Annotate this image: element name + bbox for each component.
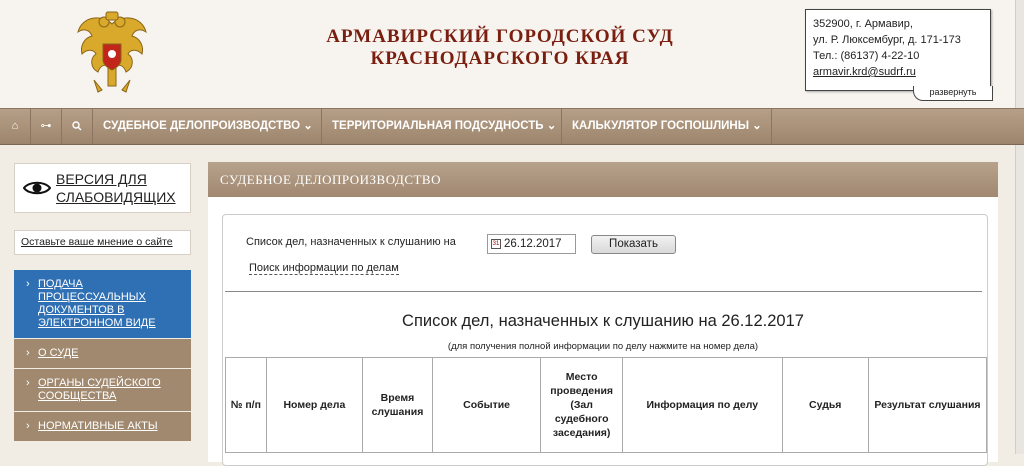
column-header-hearing-time: Время слушания bbox=[362, 357, 433, 453]
contact-address-line1: 352900, г. Армавир, bbox=[813, 18, 913, 30]
expand-contacts-button[interactable]: развернуть bbox=[913, 86, 993, 101]
nav-judicial-proceedings[interactable]: СУДЕБНОЕ ДЕЛОПРОИЗВОДСТВО ⌄ bbox=[93, 109, 322, 144]
column-header-judge: Судья bbox=[781, 357, 869, 453]
low-vision-label-line2: СЛАБОВИДЯЩИХ bbox=[56, 189, 176, 205]
show-button[interactable]: Показать bbox=[591, 235, 676, 254]
column-header-case-info: Информация по делу bbox=[621, 357, 783, 453]
main-navbar: ⌂ ⊶ СУДЕБНОЕ ДЕЛОПРОИЗВОДСТВО ⌄ ТЕРРИТОР… bbox=[0, 108, 1024, 145]
column-header-case-number: Номер дела bbox=[265, 357, 364, 453]
cases-table: № п/п Номер дела Время слушания Событие … bbox=[225, 357, 988, 453]
coat-of-arms-icon bbox=[77, 11, 147, 93]
divider bbox=[225, 291, 982, 292]
table-title: Список дел, назначенных к слушанию на 26… bbox=[402, 312, 804, 330]
sidebar-item-label: ОРГАНЫ СУДЕЙСКОГО СООБЩЕСТВА bbox=[38, 377, 161, 402]
court-title-line1: АРМАВИРСКИЙ ГОРОДСКОЙ СУД bbox=[326, 26, 674, 47]
column-header-result: Результат слушания bbox=[867, 357, 988, 453]
sidebar-item-normative-acts[interactable]: › НОРМАТИВНЫЕ АКТЫ bbox=[14, 412, 191, 442]
sidebar-item-label: О СУДЕ bbox=[38, 347, 79, 359]
chevron-right-icon: › bbox=[26, 278, 30, 290]
column-header-location: Место проведения (Зал судебного заседани… bbox=[540, 357, 623, 453]
page-scrollbar[interactable] bbox=[1015, 0, 1024, 454]
contact-phone: Тел.: (86137) 4-22-10 bbox=[813, 50, 920, 62]
sitemap-icon[interactable]: ⊶ bbox=[31, 109, 62, 144]
contact-address-line2: ул. Р. Люксембург, д. 171-173 bbox=[813, 34, 961, 46]
low-vision-version-button[interactable]: ВЕРСИЯ ДЛЯ СЛАБОВИДЯЩИХ bbox=[14, 163, 191, 213]
schedule-date-label: Список дел, назначенных к слушанию на bbox=[246, 236, 456, 248]
section-title: СУДЕБНОЕ ДЕЛОПРОИЗВОДСТВО bbox=[208, 162, 998, 197]
sidebar-item-label: ПОДАЧА ПРОЦЕССУАЛЬНЫХ ДОКУМЕНТОВ В ЭЛЕКТ… bbox=[38, 278, 156, 329]
court-title-line2: КРАСНОДАРСКОГО КРАЯ bbox=[370, 48, 630, 69]
sidebar-item-judicial-community[interactable]: › ОРГАНЫ СУДЕЙСКОГО СООБЩЕСТВА bbox=[14, 369, 191, 412]
chevron-right-icon: › bbox=[26, 347, 30, 359]
column-header-number: № п/п bbox=[225, 357, 267, 453]
court-title: АРМАВИРСКИЙ ГОРОДСКОЙ СУД КРАСНОДАРСКОГО… bbox=[300, 26, 700, 70]
low-vision-label: ВЕРСИЯ ДЛЯ СЛАБОВИДЯЩИХ bbox=[56, 170, 176, 206]
feedback-link[interactable]: Оставьте ваше мнение о сайте bbox=[14, 230, 191, 255]
contact-email-link[interactable]: armavir.krd@sudrf.ru bbox=[813, 64, 990, 80]
sidebar-item-about-court[interactable]: › О СУДЕ bbox=[14, 339, 191, 369]
chevron-right-icon: › bbox=[26, 420, 30, 432]
nav-fee-calculator[interactable]: КАЛЬКУЛЯТОР ГОСПОШЛИНЫ ⌄ bbox=[562, 109, 772, 144]
search-icon[interactable] bbox=[62, 109, 93, 144]
contact-box: 352900, г. Армавир, ул. Р. Люксембург, д… bbox=[805, 9, 991, 91]
sidebar-item-electronic-filing[interactable]: › ПОДАЧА ПРОЦЕССУАЛЬНЫХ ДОКУМЕНТОВ В ЭЛЕ… bbox=[14, 270, 191, 339]
eye-icon bbox=[23, 181, 51, 195]
home-icon[interactable]: ⌂ bbox=[0, 109, 31, 144]
nav-territorial-jurisdiction[interactable]: ТЕРРИТОРИАЛЬНАЯ ПОДСУДНОСТЬ ⌄ bbox=[322, 109, 562, 144]
chevron-right-icon: › bbox=[26, 377, 30, 389]
column-header-event: Событие bbox=[431, 357, 542, 453]
low-vision-label-line1: ВЕРСИЯ ДЛЯ bbox=[56, 171, 147, 187]
site-header: АРМАВИРСКИЙ ГОРОДСКОЙ СУД КРАСНОДАРСКОГО… bbox=[0, 0, 1024, 108]
table-note: (для получения полной информации по делу… bbox=[447, 341, 759, 352]
sidebar-menu: › ПОДАЧА ПРОЦЕССУАЛЬНЫХ ДОКУМЕНТОВ В ЭЛЕ… bbox=[14, 270, 191, 442]
sidebar-item-label: НОРМАТИВНЫЕ АКТЫ bbox=[38, 420, 158, 432]
table-header-row: № п/п Номер дела Время слушания Событие … bbox=[225, 357, 988, 453]
calendar-icon[interactable]: 31 bbox=[491, 239, 501, 249]
case-search-link[interactable]: Поиск информации по делам bbox=[249, 262, 399, 275]
